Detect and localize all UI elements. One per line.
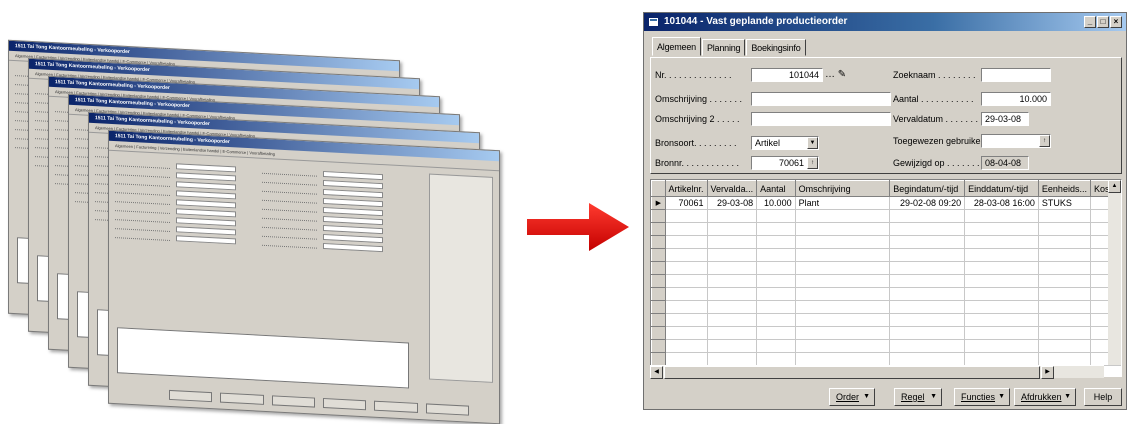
aantal-label: Aantal . . . . . . . . . . . [893,94,974,104]
cell-begindatum[interactable]: 29-02-08 09:20 [889,196,966,210]
table-row[interactable]: ▶ 70061 29-03-08 10.000 Plant 29-02-08 0… [651,196,1121,210]
cell-einddatum[interactable]: 28-03-08 16:00 [964,196,1039,210]
nr-field[interactable]: 101044 [751,68,823,82]
window-title: 101044 - Vast geplande productieorder [664,16,848,27]
functies-button[interactable]: Functies ▼ [954,388,1010,406]
lines-grid[interactable]: Artikelnr. Vervalda... Aantal Omschrijvi… [650,179,1122,377]
toegewezen-field[interactable]: ↑ [981,134,1051,148]
chevron-down-icon: ▼ [998,393,1005,400]
table-row[interactable] [651,248,1121,262]
col-header-eenheid[interactable]: Eenheids... [1037,180,1091,197]
nr-label: Nr. . . . . . . . . . . . . . [655,70,732,80]
afdrukken-button[interactable]: Afdrukken ▼ [1014,388,1076,406]
tab-algemeen[interactable]: Algemeen [652,37,701,56]
scroll-right-icon[interactable]: ▶ [1041,366,1054,379]
bronnr-field[interactable]: 70061 ↑ [751,156,819,170]
production-order-window: 101044 - Vast geplande productieorder _ … [643,12,1127,410]
afdrukken-button-label: Afdrukken [1021,392,1062,402]
bronsoort-label: Bronsoort. . . . . . . . . [655,138,737,148]
gewijzigd-field: 08-04-08 [981,156,1029,170]
horizontal-scrollbar[interactable]: ◀ ▶ [650,365,1104,379]
col-header-omschrijving[interactable]: Omschrijving [794,180,891,197]
close-button[interactable]: × [1110,16,1122,28]
table-row[interactable] [651,300,1121,314]
bronsoort-select[interactable]: Artikel ▼ [751,136,819,150]
chevron-down-icon: ▼ [1064,393,1071,400]
toegewezen-label: Toegewezen gebruiker . . . [893,136,981,146]
tab-boekingsinfo[interactable]: Boekingsinfo [746,39,806,56]
bronnr-value: 70061 [778,158,804,168]
scroll-left-icon[interactable]: ◀ [650,366,663,379]
omschrijving2-field[interactable] [751,112,891,126]
omschrijving2-label: Omschrijving 2 . . . . . [655,114,740,124]
vervaldatum-field[interactable]: 29-03-08 [981,112,1029,126]
col-header-artikelnr[interactable]: Artikelnr. [664,180,708,197]
col-header-aantal[interactable]: Aantal [756,180,796,197]
maximize-button[interactable]: □ [1097,16,1109,28]
table-row[interactable] [651,352,1121,366]
table-row[interactable] [651,313,1121,327]
vertical-scrollbar[interactable]: ▲ [1108,180,1121,365]
omschrijving-field[interactable] [751,92,891,106]
regel-button[interactable]: Regel ▼ [894,388,942,406]
right-arrow-icon [527,203,629,251]
order-button[interactable]: Order ▼ [829,388,875,406]
col-header-einddatum[interactable]: Einddatum/-tijd [964,180,1039,197]
cell-aantal[interactable]: 10.000 [756,196,796,210]
chevron-down-icon[interactable]: ▼ [807,137,818,149]
cell-artikelnr[interactable]: 70061 [665,196,708,210]
table-row[interactable] [651,222,1121,236]
functies-button-label: Functies [961,392,996,402]
table-row[interactable] [651,235,1121,249]
cell-eenheid[interactable]: STUKS [1038,196,1091,210]
zoeknaam-field[interactable] [981,68,1051,82]
scroll-thumb[interactable] [664,366,1040,379]
aantal-field[interactable]: 10.000 [981,92,1051,106]
chevron-down-icon: ▼ [930,393,937,400]
tab-planning[interactable]: Planning [701,39,746,56]
stacked-windows-illustration: 1511 Tai Tong Kantoormeubeling - Verkoop… [0,0,540,424]
cell-vervaldatum[interactable]: 29-03-08 [707,196,758,210]
gewijzigd-label: Gewijzigd op . . . . . . . . [893,158,981,168]
minimize-button[interactable]: _ [1084,16,1096,28]
table-row[interactable] [651,339,1121,353]
table-row[interactable] [651,287,1121,301]
title-bar[interactable]: 101044 - Vast geplande productieorder _ … [644,13,1126,31]
col-header-begindatum[interactable]: Begindatum/-tijd [889,180,966,197]
omschrijving-label: Omschrijving . . . . . . . [655,94,743,104]
table-row[interactable] [651,209,1121,223]
help-button[interactable]: Help [1084,388,1122,406]
order-button-label: Order [836,392,860,402]
thumbnail-window: 1511 Tai Tong Kantoormeubeling - Verkoop… [108,129,500,424]
general-panel: Nr. . . . . . . . . . . . . . 101044 … ✎… [650,57,1122,174]
form-icon [648,17,659,27]
lookup-arrow-icon[interactable]: ↑ [807,157,818,169]
regel-button-label: Regel [901,392,925,402]
bronnr-label: Bronnr. . . . . . . . . . . . [655,158,740,168]
table-row[interactable] [651,261,1121,275]
edit-pencil-icon[interactable]: ✎ [835,68,849,82]
bronsoort-value: Artikel [755,138,781,148]
col-header-vervaldatum[interactable]: Vervalda... [706,180,758,197]
table-row[interactable] [651,326,1121,340]
row-selector-icon[interactable]: ▶ [651,196,666,210]
table-row[interactable] [651,274,1121,288]
cell-omschrijving[interactable]: Plant [795,196,891,210]
row-header-corner [651,180,666,197]
zoeknaam-label: Zoeknaam . . . . . . . . [893,70,976,80]
vervaldatum-label: Vervaldatum . . . . . . . [893,114,979,124]
lookup-arrow-icon[interactable]: ↑ [1039,135,1050,147]
scroll-up-icon[interactable]: ▲ [1108,180,1121,193]
chevron-down-icon: ▼ [863,393,870,400]
